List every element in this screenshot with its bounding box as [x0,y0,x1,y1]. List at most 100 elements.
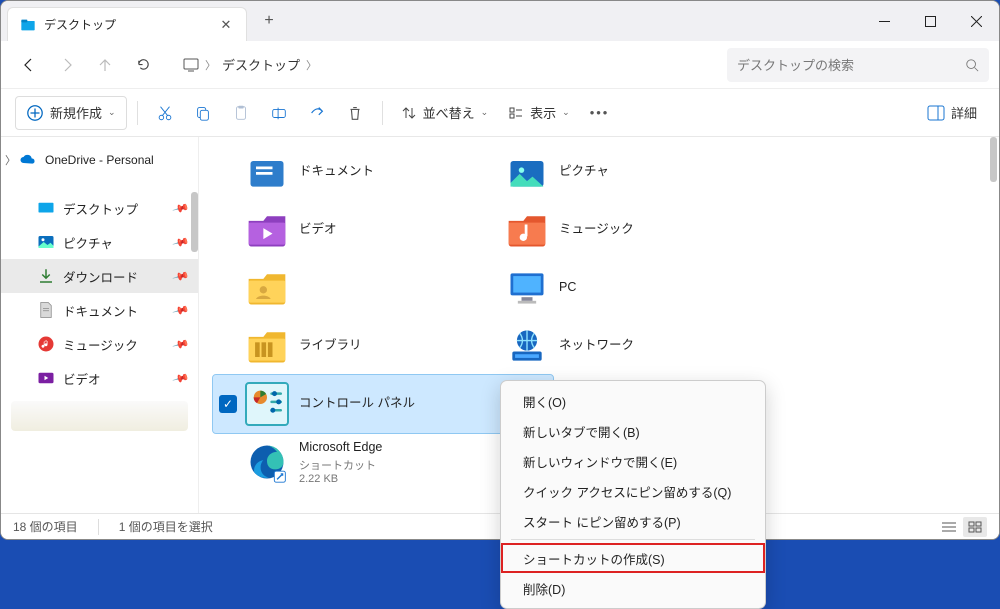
copy-button[interactable] [186,96,220,130]
sort-button[interactable]: 並べ替え ⌄ [393,96,497,130]
sidebar-item-desktop[interactable]: デスクトップ📌 [1,191,198,225]
sidebar-item-downloads[interactable]: ダウンロード📌 [1,259,198,293]
download-icon [37,267,55,285]
plus-circle-icon [26,104,44,122]
pc-icon [505,266,549,310]
scissors-icon [156,104,174,122]
window-controls [861,1,999,41]
ctx-pin-start[interactable]: スタート にピン留めする(P) [501,506,765,536]
item-count: 18 個の項目 [13,518,78,535]
up-button[interactable] [87,47,123,83]
forward-button[interactable] [49,47,85,83]
desktop-icon [37,199,55,217]
videos-folder-icon [245,208,289,252]
tab-active[interactable]: デスクトップ ✕ [7,7,247,41]
pin-icon: 📌 [172,267,190,285]
view-button[interactable]: 表示 ⌄ [500,96,578,130]
share-icon [308,104,326,122]
sidebar-item-pictures[interactable]: ピクチャ📌 [1,225,198,259]
delete-button[interactable] [338,96,372,130]
library-icon [245,324,289,368]
list-view-toggle[interactable] [937,517,961,537]
breadcrumb[interactable]: 〉 デスクトップ 〉 [173,48,715,82]
documents-folder-icon [245,150,289,194]
ctx-pin-quick-access[interactable]: クイック アクセスにピン留めする(Q) [501,476,765,506]
file-item-videos[interactable]: ビデオ [237,201,497,259]
navbar: 〉 デスクトップ 〉 デスクトップの検索 [1,41,999,89]
breadcrumb-segment[interactable]: デスクトップ [222,55,300,74]
ctx-create-shortcut[interactable]: ショートカットの作成(S) [501,543,765,573]
tile-view-toggle[interactable] [963,517,987,537]
selection-count: 1 個の項目を選択 [119,518,213,535]
back-button[interactable] [11,47,47,83]
file-item-pc[interactable]: PC [497,259,757,317]
file-item-library[interactable]: ライブラリ [237,317,497,375]
titlebar: デスクトップ ✕ + [1,1,999,41]
refresh-button[interactable] [125,47,161,83]
cloud-icon [19,151,37,169]
rename-icon [270,104,288,122]
scrollbar-thumb[interactable] [990,137,997,182]
file-item-music[interactable]: ミュージック [497,201,757,259]
cut-button[interactable] [148,96,182,130]
file-item-pictures[interactable]: ピクチャ [497,143,757,201]
file-item-documents[interactable]: ドキュメント [237,143,497,201]
chevron-down-icon: ⌄ [562,107,570,118]
control-panel-icon [245,382,289,426]
close-tab-icon[interactable]: ✕ [218,17,234,33]
pictures-folder-icon [505,150,549,194]
separator [382,101,383,125]
scrollbar-thumb[interactable] [191,192,198,252]
sidebar-item-videos[interactable]: ビデオ📌 [1,361,198,395]
separator [98,519,99,535]
checkbox-checked-icon[interactable]: ✓ [219,395,237,413]
pin-icon: 📌 [172,301,190,319]
ctx-open[interactable]: 開く(O) [501,386,765,416]
new-tab-button[interactable]: + [253,12,285,30]
document-icon [37,301,55,319]
clipboard-icon [232,104,250,122]
trash-icon [346,104,364,122]
edge-icon [245,440,289,484]
separator [137,101,138,125]
sort-icon [401,105,417,121]
tab-title: デスクトップ [44,16,210,33]
minimize-button[interactable] [861,1,907,41]
music-icon [37,335,55,353]
chevron-down-icon: ⌄ [108,107,116,118]
share-button[interactable] [300,96,334,130]
search-icon [965,58,979,72]
details-pane-button[interactable]: 詳細 [919,96,985,130]
more-button[interactable]: ••• [582,96,618,130]
pin-icon: 📌 [172,369,190,387]
folder-icon [20,17,36,33]
toolbar: 新規作成 ⌄ 並べ替え ⌄ 表示 ⌄ ••• 詳細 [1,89,999,137]
search-input[interactable]: デスクトップの検索 [727,48,989,82]
monitor-icon [183,57,199,73]
sidebar-item-music[interactable]: ミュージック📌 [1,327,198,361]
pictures-icon [37,233,55,251]
ctx-open-new-window[interactable]: 新しいウィンドウで開く(E) [501,446,765,476]
close-button[interactable] [953,1,999,41]
pin-icon: 📌 [172,335,190,353]
ctx-open-new-tab[interactable]: 新しいタブで開く(B) [501,416,765,446]
sidebar: 〉 OneDrive - Personal デスクトップ📌 ピクチャ📌 ダウンロ… [1,137,199,513]
chevron-right-icon: 〉 [205,57,216,73]
file-item-user-folder[interactable] [237,259,497,317]
pin-icon: 📌 [172,233,190,251]
new-button[interactable]: 新規作成 ⌄ [15,96,127,130]
user-folder-icon [245,266,289,310]
chevron-right-icon[interactable]: 〉 [5,152,16,168]
rename-button[interactable] [262,96,296,130]
file-item-network[interactable]: ネットワーク [497,317,757,375]
paste-button[interactable] [224,96,258,130]
chevron-right-icon: 〉 [306,57,317,73]
maximize-button[interactable] [907,1,953,41]
network-icon [505,324,549,368]
sidebar-item-blurred[interactable] [11,401,188,431]
copy-icon [194,104,212,122]
sidebar-item-documents[interactable]: ドキュメント📌 [1,293,198,327]
sidebar-item-onedrive[interactable]: 〉 OneDrive - Personal [1,143,198,177]
ctx-delete[interactable]: 削除(D) [501,573,765,603]
search-placeholder: デスクトップの検索 [737,55,854,74]
